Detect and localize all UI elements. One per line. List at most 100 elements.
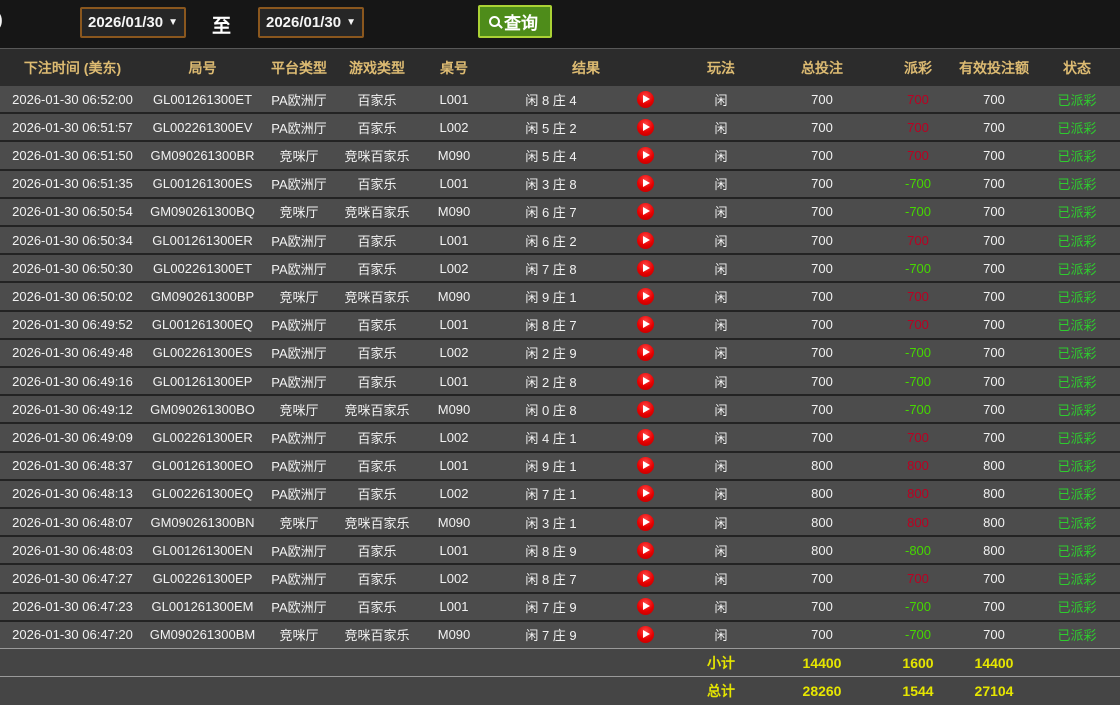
- cell-table-no: M090: [416, 402, 492, 417]
- cell-table-no: M090: [416, 289, 492, 304]
- cell-valid-bet: 700: [954, 627, 1034, 642]
- cell-round-id: GL002261300ES: [145, 345, 260, 360]
- cell-replay: [610, 288, 680, 305]
- cell-replay: [610, 316, 680, 333]
- table-row: 2026-01-30 06:49:09 GL002261300ER PA欧洲厅 …: [0, 424, 1120, 452]
- play-icon[interactable]: [637, 598, 654, 615]
- play-icon[interactable]: [637, 91, 654, 108]
- play-icon[interactable]: [637, 570, 654, 587]
- cell-round-id: GM090261300BN: [145, 515, 260, 530]
- cell-platform: 竞咪厅: [260, 400, 338, 419]
- cell-platform: PA欧洲厅: [260, 569, 338, 588]
- cell-game-type: 百家乐: [338, 259, 416, 278]
- cell-result: 闲 2 庄 9: [492, 343, 610, 362]
- play-icon[interactable]: [637, 175, 654, 192]
- cell-status-badge: 已派彩: [1034, 118, 1120, 137]
- play-icon[interactable]: [637, 626, 654, 643]
- cell-play-type: 闲: [680, 343, 762, 362]
- cell-platform: PA欧洲厅: [260, 597, 338, 616]
- cell-result: 闲 8 庄 7: [492, 315, 610, 334]
- header-valid-bet: 有效投注额: [954, 58, 1034, 78]
- date-from-select[interactable]: 2026/01/30 ▼: [80, 7, 186, 38]
- play-icon[interactable]: [637, 514, 654, 531]
- cell-total-bet: 800: [762, 458, 882, 473]
- header-bet-time: 下注时间 (美东): [0, 58, 145, 78]
- cell-result: 闲 6 庄 7: [492, 202, 610, 221]
- cell-status-badge: 已派彩: [1034, 400, 1120, 419]
- cell-result: 闲 7 庄 1: [492, 484, 610, 503]
- cell-result: 闲 7 庄 9: [492, 597, 610, 616]
- play-icon[interactable]: [637, 147, 654, 164]
- cell-round-id: GL001261300EM: [145, 599, 260, 614]
- subtotal-label: 小计: [680, 653, 762, 673]
- cell-payout: -700: [882, 345, 954, 360]
- cell-bet-time: 2026-01-30 06:49:16: [0, 374, 145, 389]
- cell-total-bet: 800: [762, 543, 882, 558]
- cell-status-badge: 已派彩: [1034, 202, 1120, 221]
- query-button[interactable]: 查询: [478, 5, 552, 38]
- cell-total-bet: 700: [762, 204, 882, 219]
- cell-replay: [610, 203, 680, 220]
- cell-result: 闲 3 庄 1: [492, 513, 610, 532]
- cell-platform: PA欧洲厅: [260, 231, 338, 250]
- table-header: 下注时间 (美东) 局号 平台类型 游戏类型 桌号 结果 玩法 总投注 派彩 有…: [0, 48, 1120, 86]
- cell-platform: PA欧洲厅: [260, 315, 338, 334]
- cell-platform: PA欧洲厅: [260, 541, 338, 560]
- cell-valid-bet: 700: [954, 599, 1034, 614]
- caret-down-icon: ▼: [168, 18, 178, 28]
- cell-game-type: 百家乐: [338, 428, 416, 447]
- play-icon[interactable]: [637, 401, 654, 418]
- play-icon[interactable]: [637, 485, 654, 502]
- subtotal-total-bet: 14400: [762, 655, 882, 671]
- cell-valid-bet: 700: [954, 176, 1034, 191]
- header-result: 结果: [492, 58, 680, 78]
- grand-total-row: 总计 28260 1544 27104: [0, 676, 1120, 705]
- cell-bet-time: 2026-01-30 06:49:48: [0, 345, 145, 360]
- caret-down-icon: ▼: [346, 18, 356, 28]
- cell-bet-time: 2026-01-30 06:47:27: [0, 571, 145, 586]
- cell-game-type: 竞咪百家乐: [338, 513, 416, 532]
- cell-result: 闲 9 庄 1: [492, 287, 610, 306]
- cell-bet-time: 2026-01-30 06:48:03: [0, 543, 145, 558]
- cell-bet-time: 2026-01-30 06:49:09: [0, 430, 145, 445]
- cell-valid-bet: 700: [954, 402, 1034, 417]
- play-icon[interactable]: [637, 542, 654, 559]
- play-icon[interactable]: [637, 203, 654, 220]
- cell-table-no: L002: [416, 261, 492, 276]
- cell-total-bet: 700: [762, 430, 882, 445]
- play-icon[interactable]: [637, 119, 654, 136]
- play-icon[interactable]: [637, 316, 654, 333]
- cell-valid-bet: 700: [954, 204, 1034, 219]
- play-icon[interactable]: [637, 344, 654, 361]
- cell-replay: [610, 570, 680, 587]
- cell-game-type: 竞咪百家乐: [338, 400, 416, 419]
- cell-status-badge: 已派彩: [1034, 315, 1120, 334]
- header-play-type: 玩法: [680, 58, 762, 78]
- table-row: 2026-01-30 06:51:35 GL001261300ES PA欧洲厅 …: [0, 171, 1120, 199]
- cell-game-type: 百家乐: [338, 315, 416, 334]
- cell-game-type: 百家乐: [338, 231, 416, 250]
- cell-replay: [610, 401, 680, 418]
- cell-replay: [610, 457, 680, 474]
- play-icon[interactable]: [637, 288, 654, 305]
- cell-round-id: GL001261300EN: [145, 543, 260, 558]
- cell-valid-bet: 700: [954, 289, 1034, 304]
- cell-play-type: 闲: [680, 259, 762, 278]
- play-icon[interactable]: [637, 373, 654, 390]
- play-icon[interactable]: [637, 232, 654, 249]
- play-icon[interactable]: [637, 457, 654, 474]
- cell-bet-time: 2026-01-30 06:47:20: [0, 627, 145, 642]
- cell-round-id: GM090261300BO: [145, 402, 260, 417]
- play-icon[interactable]: [637, 429, 654, 446]
- play-icon[interactable]: [637, 260, 654, 277]
- cell-play-type: 闲: [680, 118, 762, 137]
- table-row: 2026-01-30 06:48:37 GL001261300EO PA欧洲厅 …: [0, 453, 1120, 481]
- date-to-select[interactable]: 2026/01/30 ▼: [258, 7, 364, 38]
- cell-play-type: 闲: [680, 569, 762, 588]
- cell-payout: 700: [882, 317, 954, 332]
- cell-bet-time: 2026-01-30 06:50:30: [0, 261, 145, 276]
- table-row: 2026-01-30 06:51:57 GL002261300EV PA欧洲厅 …: [0, 114, 1120, 142]
- table-row: 2026-01-30 06:48:13 GL002261300EQ PA欧洲厅 …: [0, 481, 1120, 509]
- subtotal-row: 小计 14400 1600 14400: [0, 648, 1120, 676]
- cell-status-badge: 已派彩: [1034, 146, 1120, 165]
